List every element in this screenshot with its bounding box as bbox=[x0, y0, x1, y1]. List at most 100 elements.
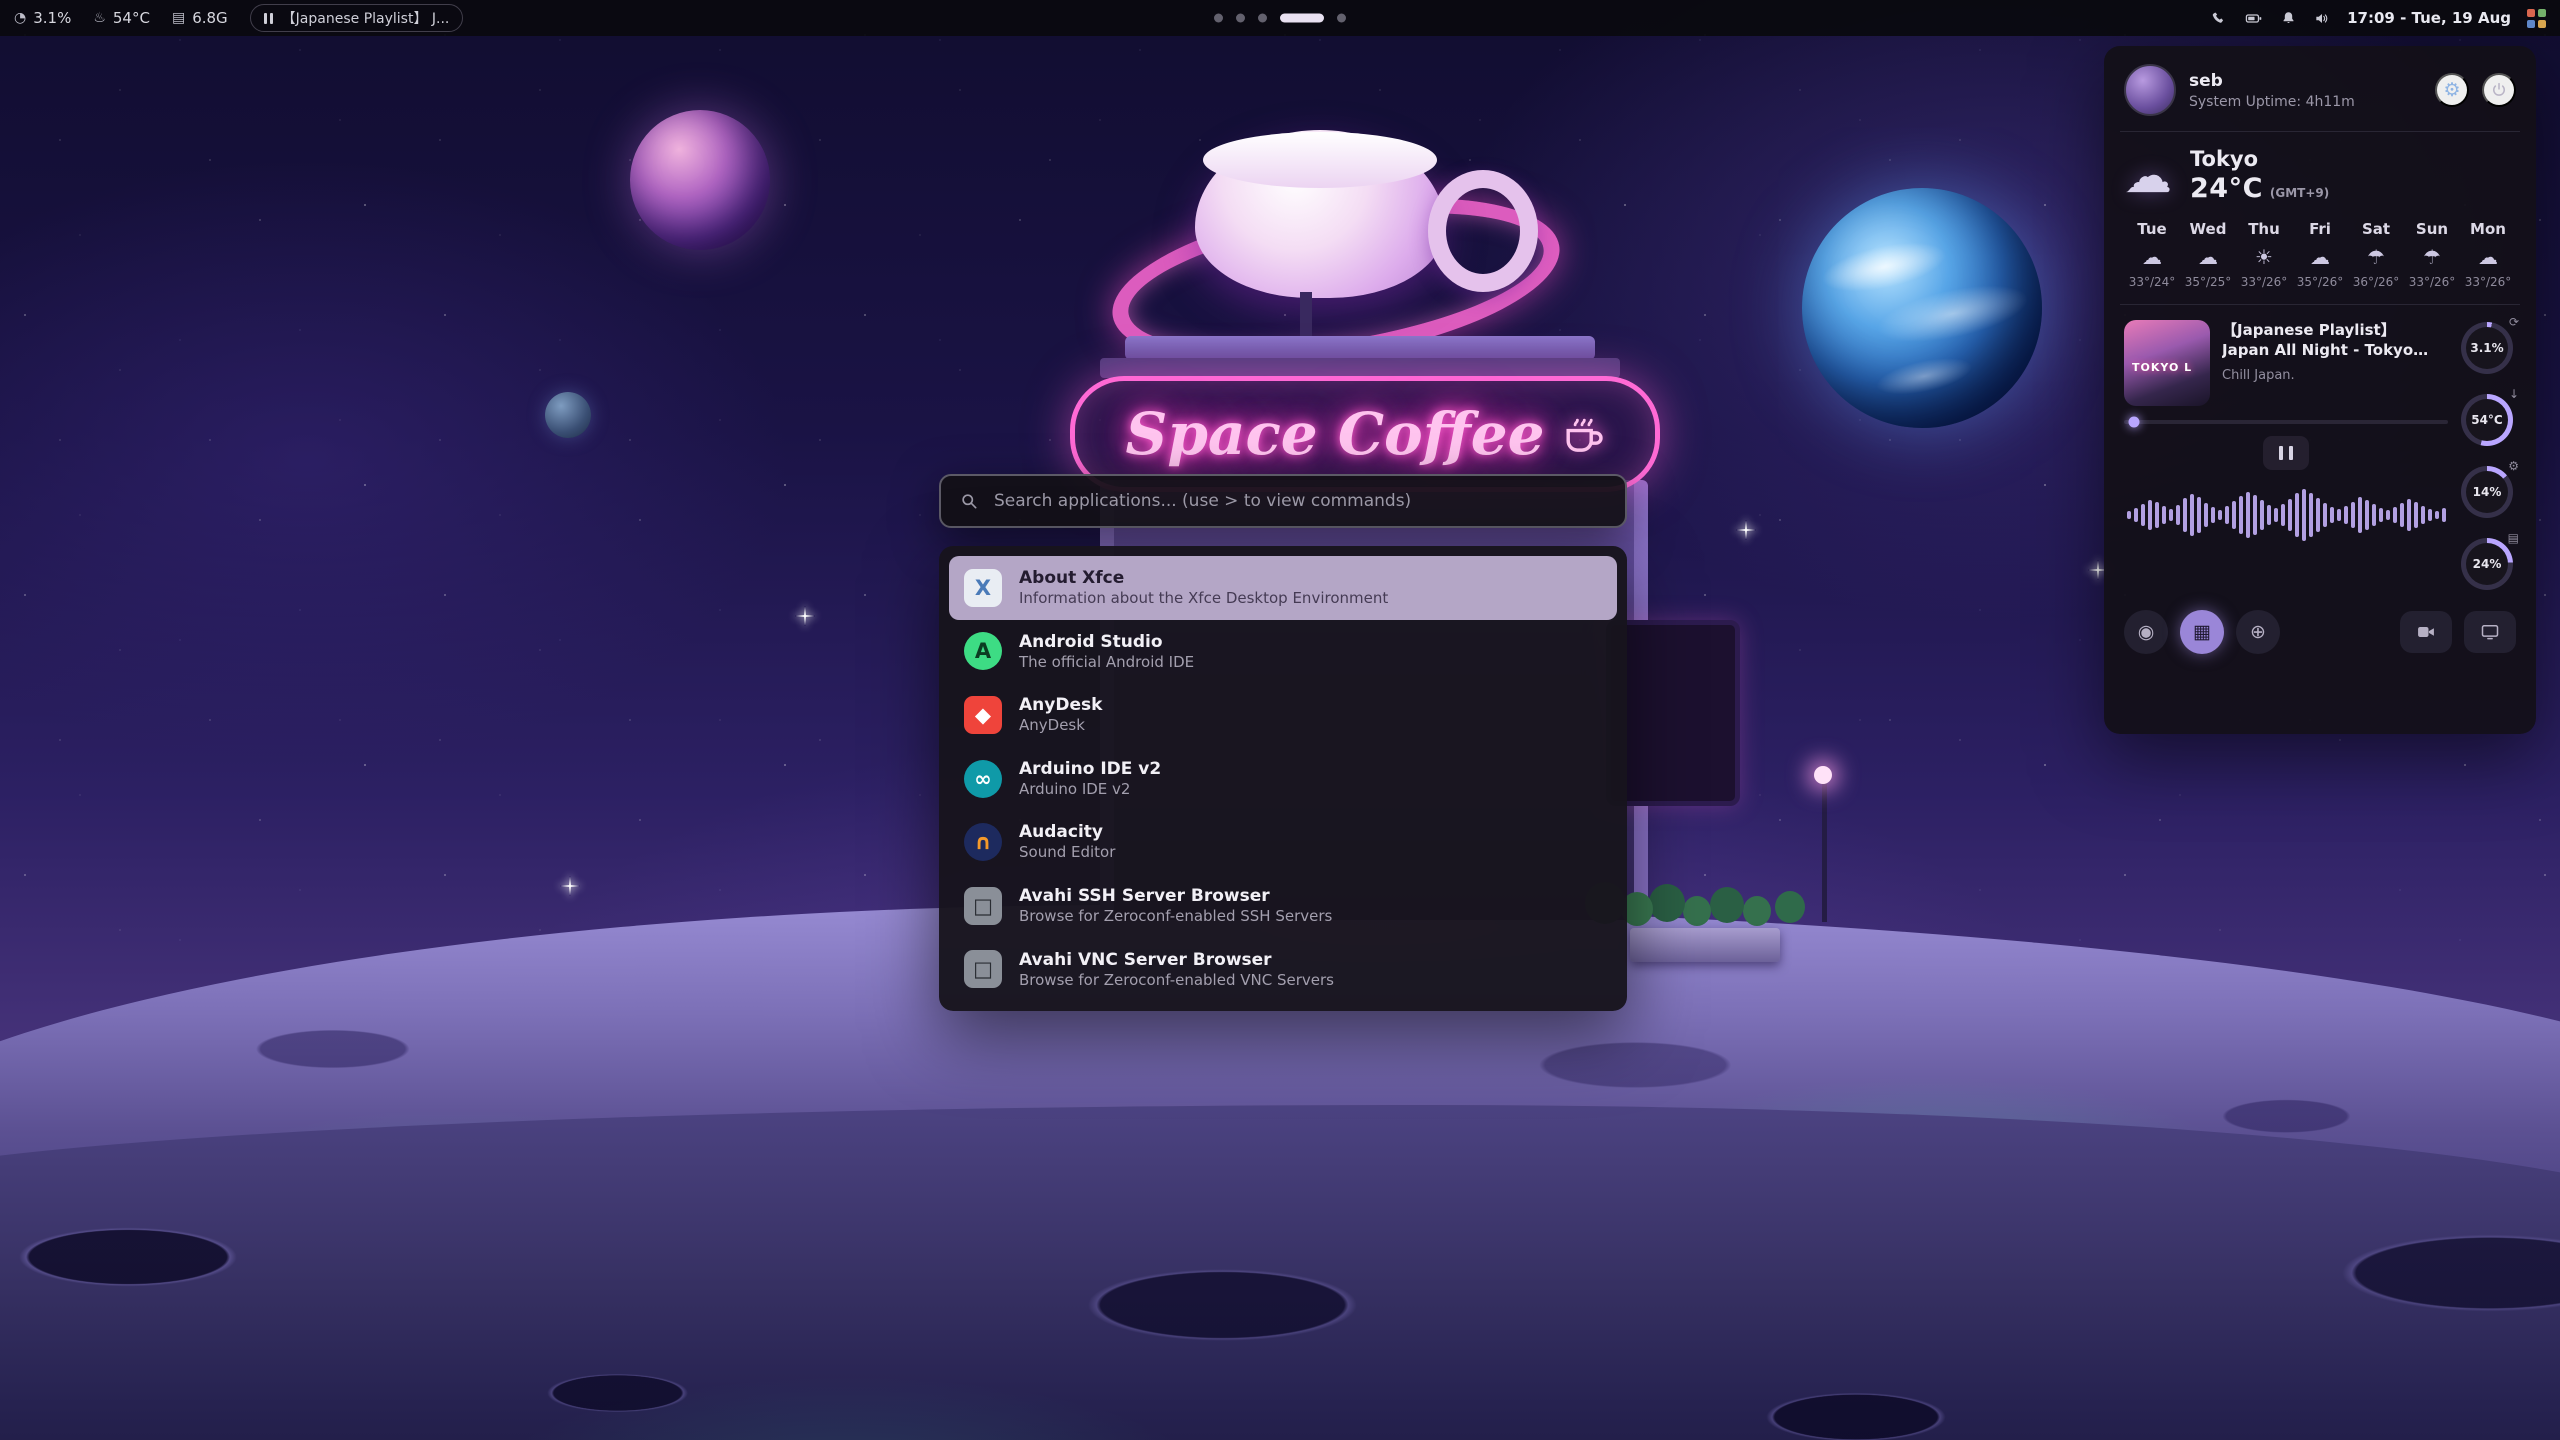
forecast-day-label: Wed bbox=[2180, 220, 2236, 238]
launcher-search-bar[interactable] bbox=[939, 474, 1627, 528]
app-list-item[interactable]: A Android Studio The official Android ID… bbox=[949, 620, 1617, 684]
topbar: ◔ 3.1% ♨ 54°C ▤ 6.8G 【Japanese Playlist】… bbox=[0, 0, 2560, 36]
app-list-item[interactable]: ◆ AnyDesk AnyDesk bbox=[949, 683, 1617, 747]
gauge-icon: ⚙ bbox=[2508, 459, 2519, 473]
user-avatar[interactable] bbox=[2124, 64, 2176, 116]
album-art-label: TOKYO L bbox=[2132, 361, 2192, 374]
temp-value: 54°C bbox=[113, 9, 150, 27]
forecast-day-cell: Sun ☂ 33°/26° bbox=[2404, 220, 2460, 289]
app-text: About Xfce Information about the Xfce De… bbox=[1019, 567, 1388, 609]
divider bbox=[2120, 304, 2520, 305]
cpu-value: 3.1% bbox=[33, 9, 71, 27]
progress-dot[interactable] bbox=[2128, 417, 2139, 428]
stats-button[interactable]: ◉ bbox=[2124, 610, 2168, 654]
app-icon: □ bbox=[964, 950, 1002, 988]
app-description: Browse for Zeroconf-enabled VNC Servers bbox=[1019, 971, 1334, 991]
lamp-post bbox=[1822, 782, 1827, 922]
panel-actions: ◉ ▦ ⊕ bbox=[2124, 610, 2516, 654]
clock[interactable]: 17:09 - Tue, 19 Aug bbox=[2347, 9, 2511, 27]
gauge-ring: 3.1% bbox=[2461, 322, 2513, 374]
weather-city: Tokyo bbox=[2190, 147, 2329, 171]
neon-cup-icon bbox=[1559, 411, 1605, 457]
system-gauge: ⚙ 14% bbox=[2461, 466, 2513, 518]
cup-handle bbox=[1428, 170, 1538, 292]
topbar-media-widget[interactable]: 【Japanese Playlist】 J... bbox=[250, 4, 464, 32]
forecast-weather-icon: ☁ bbox=[2460, 247, 2516, 267]
weather-temp: 24°C bbox=[2190, 173, 2263, 204]
app-list-item[interactable]: ∩ Audacity Sound Editor bbox=[949, 810, 1617, 874]
app-description: AnyDesk bbox=[1019, 716, 1102, 736]
forecast-temps: 35°/26° bbox=[2292, 275, 2348, 289]
app-grid-icon[interactable] bbox=[2527, 9, 2546, 28]
app-text: AnyDesk AnyDesk bbox=[1019, 694, 1102, 736]
app-list-item[interactable]: □ Avahi VNC Server Browser Browse for Ze… bbox=[949, 938, 1617, 1002]
forecast-temps: 33°/26° bbox=[2404, 275, 2460, 289]
workspace-dot[interactable] bbox=[1236, 14, 1245, 23]
app-icon: ∞ bbox=[964, 760, 1002, 798]
forecast-day-cell: Mon ☁ 33°/26° bbox=[2460, 220, 2516, 289]
power-icon bbox=[2490, 81, 2508, 99]
battery-icon[interactable] bbox=[2243, 10, 2264, 27]
playback-progress[interactable] bbox=[2124, 420, 2448, 424]
forecast-day-cell: Tue ☁ 33°/24° bbox=[2124, 220, 2180, 289]
volume-icon[interactable] bbox=[2313, 10, 2331, 27]
app-list-item[interactable]: □ Avahi SSH Server Browser Browse for Ze… bbox=[949, 874, 1617, 938]
pause-icon bbox=[264, 13, 273, 24]
track-subtitle: Chill Japan. bbox=[2222, 368, 2448, 383]
widgets-grid-icon: ▦ bbox=[2193, 621, 2211, 644]
forecast-weather-icon: ☂ bbox=[2404, 247, 2460, 267]
workspace-dot[interactable] bbox=[1258, 14, 1267, 23]
forecast-day-label: Sat bbox=[2348, 220, 2404, 238]
forecast-weather-icon: ☂ bbox=[2348, 247, 2404, 267]
app-text: Avahi SSH Server Browser Browse for Zero… bbox=[1019, 885, 1332, 927]
app-name: Audacity bbox=[1019, 821, 1115, 843]
workspace-dot-active[interactable] bbox=[1280, 14, 1324, 23]
globe-icon: ⊕ bbox=[2250, 621, 2266, 644]
forecast-weather-icon: ☀ bbox=[2236, 247, 2292, 267]
app-description: Sound Editor bbox=[1019, 843, 1115, 863]
display-button[interactable] bbox=[2464, 611, 2516, 653]
moon-surface-near bbox=[0, 1105, 2560, 1440]
workspace-indicator bbox=[1214, 14, 1346, 23]
app-description: Browse for Zeroconf-enabled SSH Servers bbox=[1019, 907, 1332, 927]
pause-button[interactable] bbox=[2263, 436, 2309, 470]
lamp-light bbox=[1814, 766, 1832, 784]
system-gauge: ⟳ 3.1% bbox=[2461, 322, 2513, 374]
notifications-bell-icon[interactable] bbox=[2280, 10, 2297, 27]
app-icon: □ bbox=[964, 887, 1002, 925]
weather-timezone: (GMT+9) bbox=[2270, 186, 2329, 200]
app-list-item[interactable]: X About Xfce Information about the Xfce … bbox=[949, 556, 1617, 620]
forecast-weather-icon: ☁ bbox=[2180, 247, 2236, 267]
search-input[interactable] bbox=[992, 490, 1607, 512]
app-description: Information about the Xfce Desktop Envir… bbox=[1019, 589, 1388, 609]
app-description: The official Android IDE bbox=[1019, 653, 1194, 673]
memory-indicator: ▤ 6.8G bbox=[172, 9, 228, 27]
app-list-item[interactable]: ∞ Arduino IDE v2 Arduino IDE v2 bbox=[949, 747, 1617, 811]
forecast-weather-icon: ☁ bbox=[2292, 247, 2348, 267]
thermometer-icon: ♨ bbox=[93, 11, 106, 25]
forecast-day-label: Sun bbox=[2404, 220, 2460, 238]
weather-summary: Tokyo 24°C (GMT+9) bbox=[2190, 147, 2329, 204]
screen-record-button[interactable] bbox=[2400, 611, 2452, 653]
power-button[interactable] bbox=[2482, 73, 2516, 107]
app-text: Android Studio The official Android IDE bbox=[1019, 631, 1194, 673]
forecast-day-label: Mon bbox=[2460, 220, 2516, 238]
app-text: Avahi VNC Server Browser Browse for Zero… bbox=[1019, 949, 1334, 991]
album-art[interactable]: TOKYO L bbox=[2124, 320, 2210, 406]
settings-button[interactable]: ⚙ bbox=[2435, 73, 2469, 107]
stats-icon: ◉ bbox=[2138, 621, 2155, 644]
search-icon bbox=[959, 491, 979, 511]
widgets-button[interactable]: ▦ bbox=[2180, 610, 2224, 654]
app-icon: A bbox=[964, 632, 1002, 670]
topbar-media-title: 【Japanese Playlist】 J... bbox=[282, 8, 450, 28]
workspace-dot[interactable] bbox=[1214, 14, 1223, 23]
gauge-value: 14% bbox=[2473, 485, 2502, 499]
workspace-dot[interactable] bbox=[1337, 14, 1346, 23]
network-button[interactable]: ⊕ bbox=[2236, 610, 2280, 654]
gauge-icon: ▤ bbox=[2508, 531, 2519, 545]
user-name: seb bbox=[2189, 71, 2422, 91]
gauge-ring: 24% bbox=[2461, 538, 2513, 590]
gauge-icon: ↓ bbox=[2509, 387, 2519, 401]
phone-icon[interactable] bbox=[2210, 10, 2227, 27]
app-name: Avahi VNC Server Browser bbox=[1019, 949, 1334, 971]
